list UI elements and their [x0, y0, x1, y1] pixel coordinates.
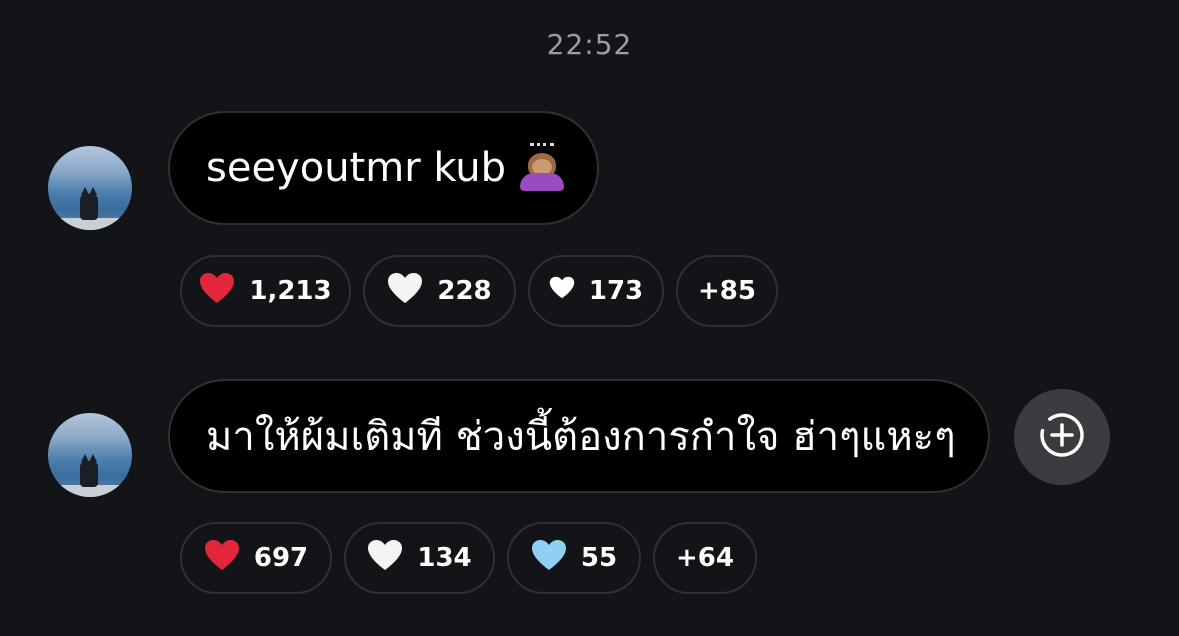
message-bubble[interactable]: มาให้ผ้มเติมที ช่วงนี้ต้องการกำใจ ฮ่าๆแห…: [168, 379, 990, 493]
reaction-light-blue-heart[interactable]: 55: [507, 522, 641, 594]
avatar[interactable]: [48, 413, 132, 497]
white-heart-icon: [367, 539, 403, 578]
reaction-red-heart[interactable]: 697: [180, 522, 332, 594]
white-heart-icon: [387, 272, 423, 311]
light-blue-heart-icon: [531, 539, 567, 578]
reaction-count: 697: [253, 543, 309, 573]
reaction-count: 134: [417, 543, 472, 573]
reaction-red-heart[interactable]: 1,213: [180, 255, 351, 327]
red-heart-icon: [204, 539, 240, 578]
avatar[interactable]: [48, 146, 132, 230]
add-reaction-button[interactable]: [1014, 389, 1110, 485]
timestamp: 22:52: [546, 28, 633, 61]
message-text: seeyoutmr kub: [206, 145, 507, 191]
message-bubble[interactable]: seeyoutmr kub: [168, 111, 599, 225]
reaction-more-count: +64: [676, 543, 734, 573]
bowing-girl-emoji: [518, 143, 565, 193]
reaction-count: 55: [580, 543, 618, 573]
reaction-more[interactable]: +64: [653, 522, 757, 594]
red-heart-icon: [199, 272, 235, 311]
reaction-count: 173: [588, 276, 644, 306]
reaction-more[interactable]: +85: [676, 255, 778, 327]
reaction-count: 228: [437, 276, 492, 306]
reaction-small-white-heart[interactable]: 173: [528, 255, 664, 327]
reaction-count: 1,213: [249, 276, 332, 306]
message-text: มาให้ผ้มเติมที ช่วงนี้ต้องการกำใจ ฮ่าๆแห…: [206, 414, 956, 460]
add-reaction-icon: [1036, 409, 1088, 465]
reaction-more-count: +85: [698, 276, 756, 306]
reaction-white-heart[interactable]: 228: [363, 255, 516, 327]
small-white-heart-icon: [549, 276, 575, 306]
reaction-white-heart[interactable]: 134: [344, 522, 495, 594]
